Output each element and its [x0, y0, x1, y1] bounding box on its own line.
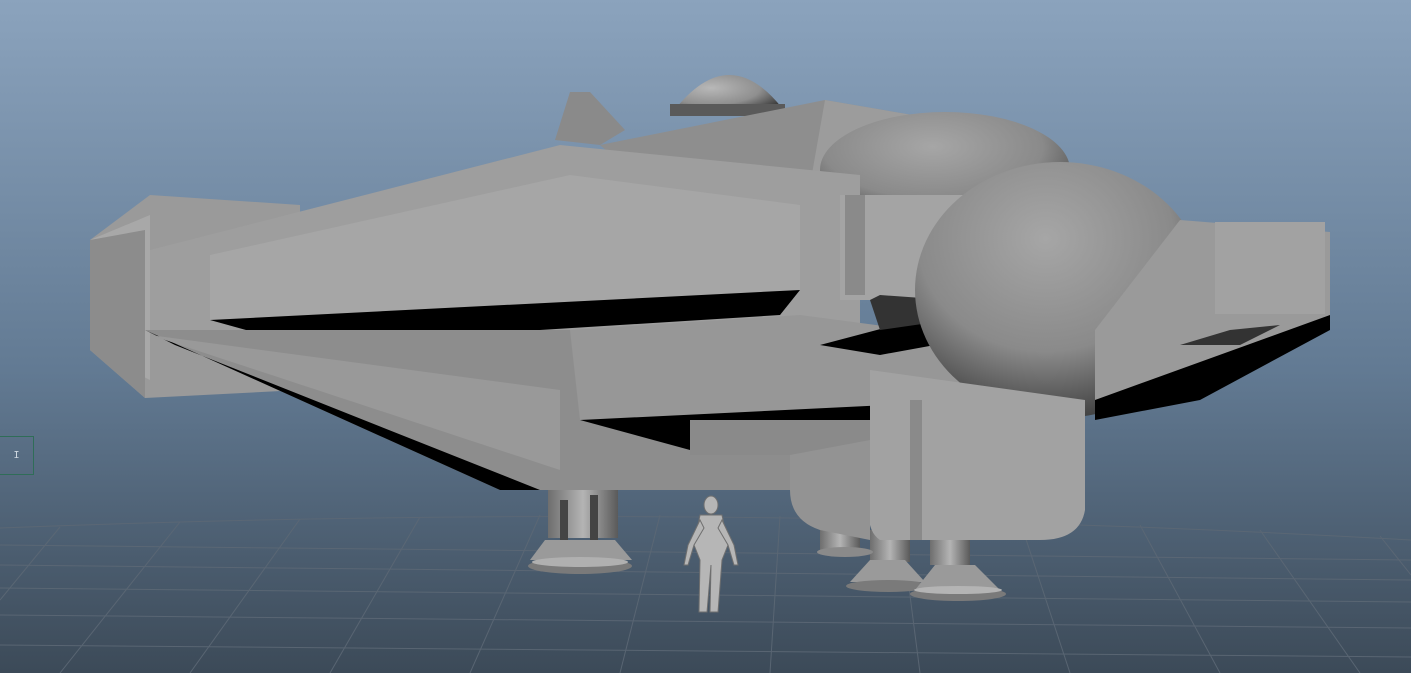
- viewport-scene[interactable]: [0, 0, 1411, 673]
- viewport[interactable]: I: [0, 0, 1411, 673]
- panel-handle[interactable]: I: [0, 436, 34, 475]
